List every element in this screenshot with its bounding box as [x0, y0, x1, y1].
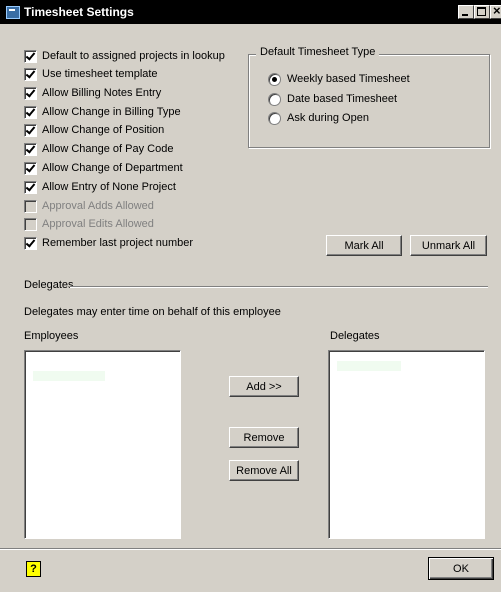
footer-bar: [0, 548, 501, 592]
list-item[interactable]: [33, 371, 105, 381]
group-legend: Default Timesheet Type: [256, 46, 380, 58]
checkbox-check-icon[interactable]: [24, 67, 37, 81]
remove-all-button[interactable]: Remove All: [229, 460, 299, 481]
checkbox-check-icon[interactable]: [24, 142, 37, 156]
checkbox-allow-none-project[interactable]: Allow Entry of None Project: [24, 179, 176, 195]
unmark-all-button[interactable]: Unmark All: [410, 235, 487, 256]
section-divider: [70, 286, 488, 288]
checkbox-allow-change-pay-code[interactable]: Allow Change of Pay Code: [24, 141, 173, 157]
checkbox-allow-change-billing-type[interactable]: Allow Change in Billing Type: [24, 104, 181, 120]
title-bar: Timesheet Settings: [0, 0, 501, 24]
checkbox-check-icon[interactable]: [24, 161, 37, 175]
radio-circle-icon[interactable]: [268, 111, 281, 125]
employees-label: Employees: [24, 330, 79, 342]
checkbox-label: Allow Change in Billing Type: [42, 106, 181, 118]
ok-button[interactable]: OK: [428, 557, 494, 580]
checkbox-check-icon[interactable]: [24, 86, 37, 100]
delegates-description: Delegates may enter time on behalf of th…: [24, 306, 281, 318]
maximize-icon[interactable]: [474, 5, 490, 19]
delegates-list-label: Delegates: [330, 330, 380, 342]
checkbox-allow-billing-notes[interactable]: Allow Billing Notes Entry: [24, 85, 161, 101]
checkbox-approval-adds: Approval Adds Allowed: [24, 198, 154, 214]
checkbox-check-icon[interactable]: [24, 49, 37, 63]
close-icon[interactable]: [490, 3, 501, 19]
list-item[interactable]: [337, 361, 401, 371]
help-icon[interactable]: ?: [26, 561, 41, 577]
checkbox-label: Remember last project number: [42, 237, 194, 249]
remove-button[interactable]: Remove: [229, 427, 299, 448]
checkbox-label: Allow Change of Department: [42, 162, 183, 174]
checkbox-check-icon[interactable]: [24, 180, 37, 194]
window-title: Timesheet Settings: [24, 5, 134, 19]
delegates-listbox[interactable]: [328, 350, 485, 539]
minimize-icon[interactable]: [458, 5, 474, 19]
radio-ask-during-open[interactable]: Ask during Open: [268, 110, 369, 126]
checkbox-use-timesheet-template[interactable]: Use timesheet template: [24, 66, 158, 82]
mark-all-button[interactable]: Mark All: [326, 235, 402, 256]
radio-label: Date based Timesheet: [287, 93, 398, 105]
checkbox-label: Default to assigned projects in lookup: [42, 50, 225, 62]
radio-label: Ask during Open: [287, 112, 369, 124]
delegates-section-label: Delegates: [24, 279, 74, 291]
checkbox-allow-change-department[interactable]: Allow Change of Department: [24, 160, 183, 176]
checkbox-remember-last-project[interactable]: Remember last project number: [24, 235, 193, 251]
checkbox-label: Approval Edits Allowed: [42, 218, 154, 230]
checkbox-default-assigned-projects[interactable]: Default to assigned projects in lookup: [24, 48, 225, 64]
checkbox-label: Allow Entry of None Project: [42, 181, 176, 193]
checkbox-label: Allow Billing Notes Entry: [42, 87, 162, 99]
checkbox-box: [24, 199, 37, 213]
radio-circle-icon[interactable]: [268, 92, 281, 106]
checkbox-label: Allow Change of Pay Code: [42, 143, 174, 155]
checkbox-allow-change-position[interactable]: Allow Change of Position: [24, 122, 164, 138]
radio-date-timesheet[interactable]: Date based Timesheet: [268, 91, 397, 107]
checkbox-label: Allow Change of Position: [42, 124, 165, 136]
checkbox-check-icon[interactable]: [24, 105, 37, 119]
checkbox-check-icon[interactable]: [24, 236, 37, 250]
checkbox-approval-edits: Approval Edits Allowed: [24, 216, 154, 232]
employees-listbox[interactable]: [24, 350, 181, 539]
checkbox-check-icon[interactable]: [24, 123, 37, 137]
checkbox-label: Approval Adds Allowed: [42, 200, 154, 212]
radio-weekly-timesheet[interactable]: Weekly based Timesheet: [268, 71, 410, 87]
checkbox-box: [24, 217, 37, 231]
checkbox-label: Use timesheet template: [42, 68, 158, 80]
radio-selected-icon[interactable]: [268, 72, 281, 86]
add-button[interactable]: Add >>: [229, 376, 299, 397]
radio-label: Weekly based Timesheet: [287, 73, 410, 85]
app-icon[interactable]: [6, 6, 20, 19]
